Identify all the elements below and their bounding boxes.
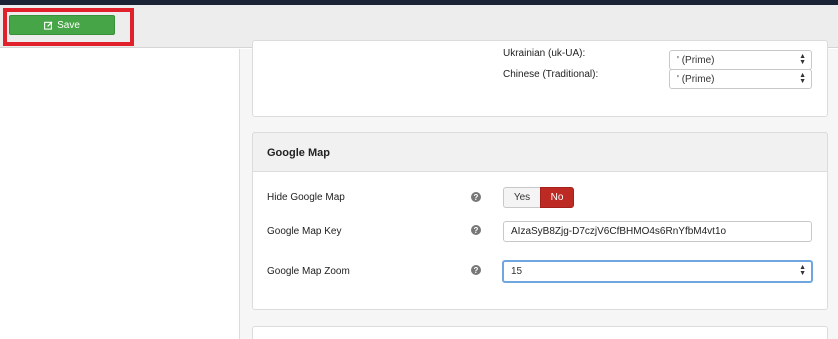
hide-google-map-yes-button[interactable]: Yes [503,187,540,208]
google-map-zoom-select[interactable]: 15 ▲ ▼ [502,260,813,283]
language-select-value: ' (Prime) [677,54,715,66]
language-select-value: ' (Prime) [677,73,715,85]
edit-icon [44,20,53,30]
google-map-title: Google Map [267,147,330,159]
google-map-panel-header [252,132,828,172]
next-panel [252,326,828,339]
hide-google-map-no-button[interactable]: No [540,187,574,208]
save-button[interactable]: Save [9,15,115,35]
google-map-key-label: Google Map Key [267,226,342,237]
save-label: Save [57,19,80,31]
question-circle-icon[interactable]: ? [471,265,481,275]
language-select-uk-ua[interactable]: ' (Prime) ▲ ▼ [669,50,812,70]
hide-google-map-toggle: Yes No [503,187,574,208]
zoom-select-value: 15 [511,266,523,277]
question-circle-icon[interactable]: ? [471,225,481,235]
hide-google-map-label: Hide Google Map [267,192,345,203]
select-caret-icon: ▲ ▼ [799,72,806,85]
google-map-key-input[interactable]: AIzaSyB8Zjg-D7czjV6CfBHMO4s6RnYfbM4vt1o [503,221,812,242]
language-label-uk-ua: Ukrainian (uk-UA): [503,48,586,59]
select-caret-icon: ▲ ▼ [799,53,806,66]
question-circle-icon[interactable]: ? [471,192,481,202]
language-label-zh-tw: Chinese (Traditional): [503,69,599,80]
language-select-zh-tw[interactable]: ' (Prime) ▲ ▼ [669,69,812,89]
google-map-zoom-label: Google Map Zoom [267,266,350,277]
select-caret-icon: ▲ ▼ [799,264,806,277]
